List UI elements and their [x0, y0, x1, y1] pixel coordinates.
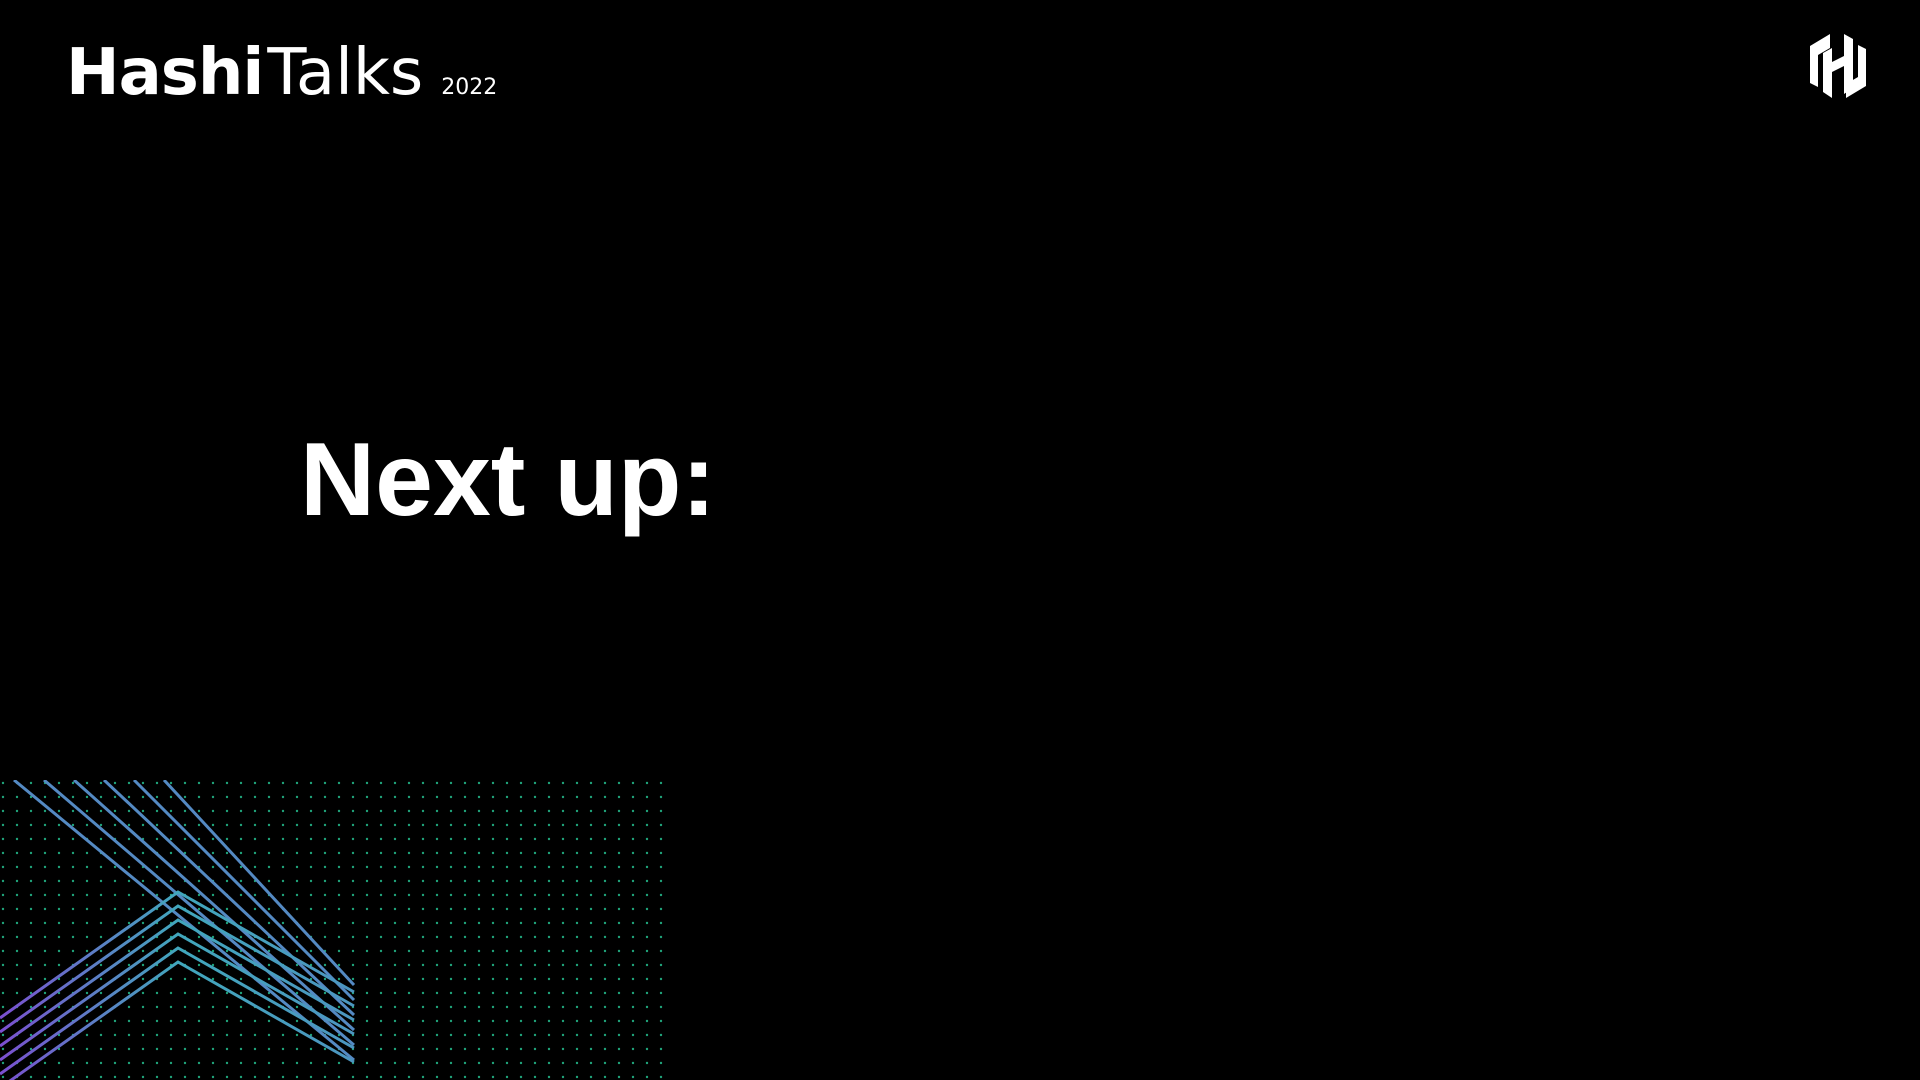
- hashitalks-wordmark: Hashi Talks 2022: [66, 36, 497, 110]
- dot-grid: [0, 780, 672, 1080]
- brand-name-light: Talks: [267, 36, 424, 110]
- brand-name-bold: Hashi: [66, 36, 264, 110]
- brand-year: 2022: [441, 75, 498, 100]
- chevron-lines-pattern: [0, 780, 672, 1080]
- hashicorp-logo-icon: [1810, 34, 1866, 98]
- next-up-heading: Next up:: [300, 422, 716, 538]
